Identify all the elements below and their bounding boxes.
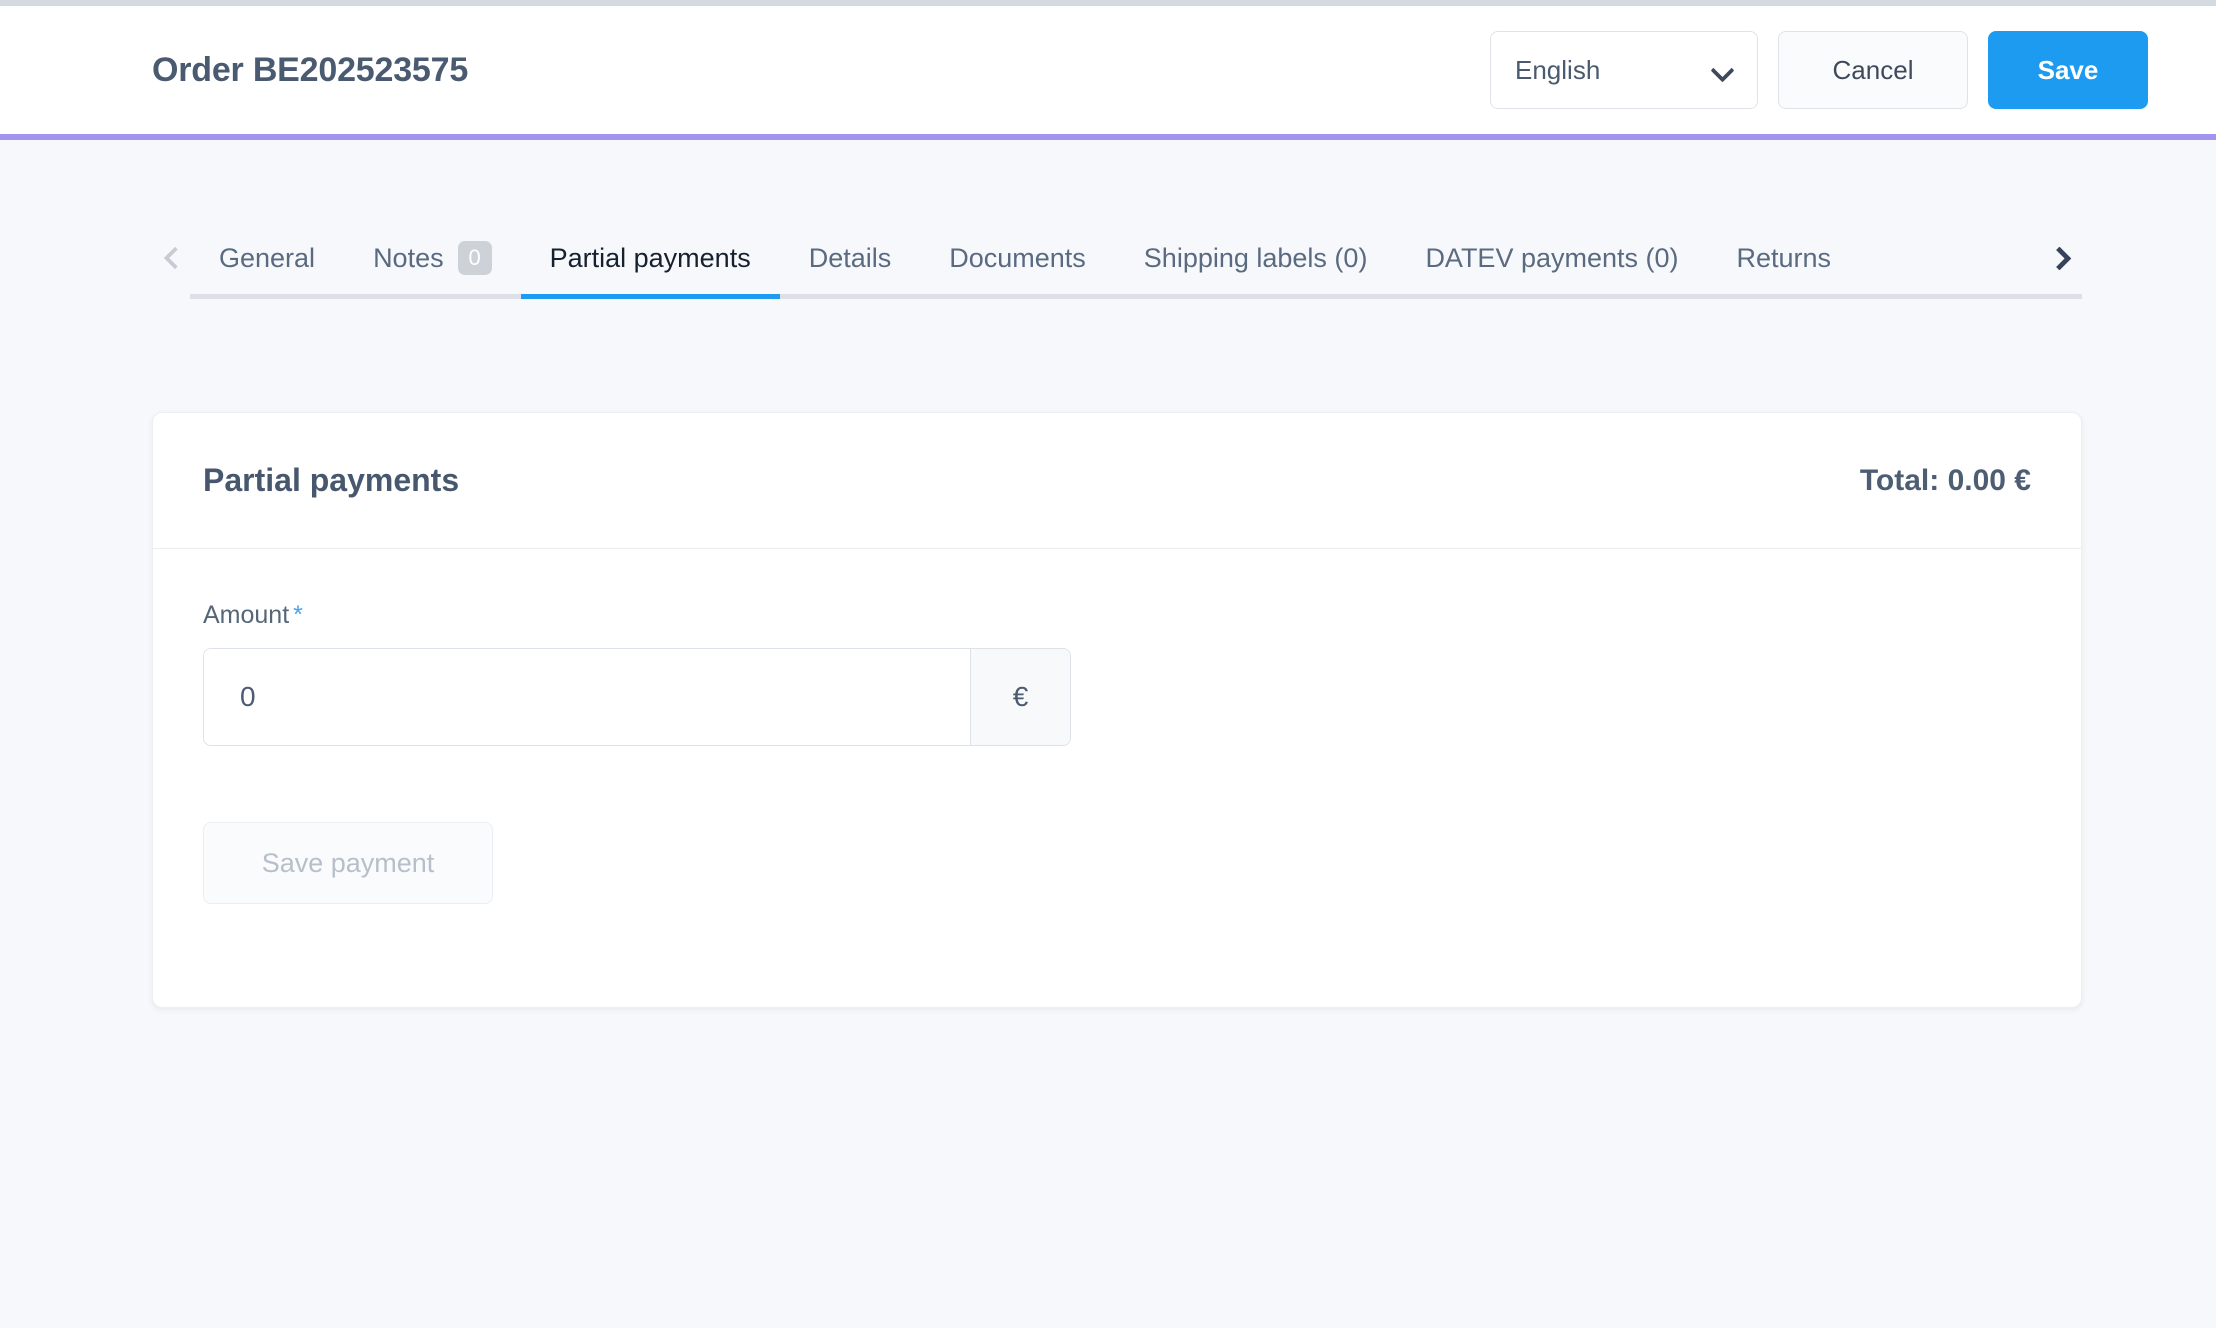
tabs-scroll-left-button[interactable]: [152, 222, 190, 294]
tab-datev-payments[interactable]: DATEV payments (0): [1396, 222, 1707, 294]
tab-label: Notes: [373, 242, 444, 273]
currency-addon: €: [970, 649, 1070, 745]
card-title: Partial payments: [203, 462, 460, 498]
tab-label: DATEV payments (0): [1425, 242, 1679, 273]
tab-details[interactable]: Details: [780, 222, 921, 294]
amount-input[interactable]: [204, 649, 970, 745]
partial-payments-card: Partial payments Total: 0.00 € Amount* €…: [152, 412, 2082, 1008]
card-header: Partial payments Total: 0.00 €: [153, 413, 2081, 549]
tabs-scroll-right-button[interactable]: [2038, 222, 2082, 294]
tab-list: General Notes 0 Partial payments Details…: [152, 222, 2082, 294]
amount-label-text: Amount: [203, 601, 290, 629]
tab-label: Shipping labels (0): [1143, 242, 1368, 273]
required-marker: *: [293, 601, 303, 629]
tab-partial-payments[interactable]: Partial payments: [521, 222, 780, 294]
header-actions: English Cancel Save: [1490, 31, 2148, 109]
tab-label: Details: [808, 242, 892, 273]
cancel-button[interactable]: Cancel: [1778, 31, 1968, 109]
tab-shipping-labels[interactable]: Shipping labels (0): [1115, 222, 1397, 294]
tab-label: General: [219, 242, 316, 273]
header-accent-underline: [0, 134, 2216, 140]
order-detail-page: Order BE202523575 English Cancel Save Ge…: [0, 0, 2216, 1328]
tab-returns[interactable]: Returns: [1708, 222, 1861, 294]
page-title: Order BE202523575: [152, 50, 469, 89]
tab-label: Returns: [1736, 242, 1832, 273]
tab-documents[interactable]: Documents: [920, 222, 1115, 294]
language-select-value: English: [1515, 54, 1601, 85]
tab-notes-badge: 0: [457, 241, 492, 275]
chevron-right-icon: [2051, 249, 2069, 267]
tab-active-indicator: [520, 294, 780, 299]
language-select[interactable]: English: [1490, 31, 1758, 109]
card-body: Amount* € Save payment: [153, 549, 2081, 904]
tab-bar: General Notes 0 Partial payments Details…: [152, 222, 2082, 302]
chevron-down-icon: [1713, 60, 1733, 80]
amount-field-label: Amount *: [203, 601, 2031, 630]
tab-underline-track: [190, 294, 2082, 299]
chevron-left-icon: [162, 249, 180, 267]
tab-label: Documents: [949, 242, 1086, 273]
save-payment-button[interactable]: Save payment: [203, 822, 493, 904]
tab-label: Partial payments: [549, 242, 751, 273]
tab-notes[interactable]: Notes 0: [344, 222, 521, 294]
partial-payments-total: Total: 0.00 €: [1859, 463, 2031, 497]
save-button[interactable]: Save: [1988, 31, 2148, 109]
page-header: Order BE202523575 English Cancel Save: [0, 6, 2216, 134]
tab-general[interactable]: General: [190, 222, 344, 294]
amount-input-group: €: [203, 648, 1071, 746]
